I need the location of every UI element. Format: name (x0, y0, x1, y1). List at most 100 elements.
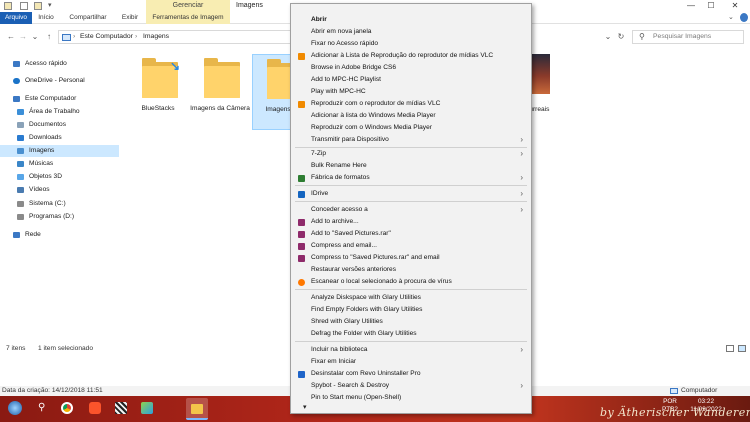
menu-item-spybot[interactable]: Spybot - Search & Destroy › (291, 380, 531, 392)
menu-item-glary-empty-folders[interactable]: Find Empty Folders with Glary Utilities (291, 304, 531, 316)
menu-item-vlc-reproduzir[interactable]: Reproduzir com o reprodutor de mídias VL… (291, 98, 531, 110)
address-bar[interactable]: › Este Computador › Imagens (58, 30, 292, 44)
taskbar-search-button[interactable]: ⚲ (32, 398, 54, 420)
menu-item-transmitir[interactable]: Transmitir para Dispositivo › (291, 134, 531, 146)
quick-access-dropdown-icon[interactable]: ▾ (48, 0, 52, 12)
nav-item-imagens[interactable]: Imagens (0, 145, 119, 157)
location-label: Computador (681, 387, 718, 394)
menu-item-adobe-bridge[interactable]: Browse in Adobe Bridge CS6 (291, 62, 531, 74)
bluestacks-icon (141, 402, 153, 414)
nav-item-este-computador[interactable]: Este Computador (0, 93, 119, 105)
drive-icon (17, 214, 24, 220)
taskbar-chrome[interactable] (56, 398, 78, 420)
expand-ribbon-icon[interactable]: ⌄ (728, 12, 734, 24)
pictures-icon (17, 148, 24, 154)
taskbar-file-explorer[interactable] (186, 398, 208, 420)
breadcrumb-imagens[interactable]: Imagens (143, 31, 169, 43)
large-icons-view-icon[interactable] (738, 345, 746, 352)
maximize-button[interactable]: ☐ (702, 0, 720, 12)
nav-item-downloads[interactable]: Downloads (0, 132, 119, 144)
close-button[interactable]: ✕ (726, 0, 744, 12)
nav-item-objetos-3d[interactable]: Objetos 3D (0, 171, 119, 183)
breadcrumb-este-computador[interactable]: Este Computador (80, 31, 133, 43)
navigation-pane: Acesso rápido OneDrive - Personal Este C… (0, 52, 122, 342)
minimize-button[interactable]: — (682, 0, 700, 12)
tab-inicio[interactable]: Início (34, 12, 58, 24)
search-input[interactable]: ⚲ Pesquisar Imagens (632, 30, 744, 44)
submenu-arrow-icon: › (520, 345, 523, 354)
menu-item-compress-rar-email[interactable]: Compress to "Saved Pictures.rar" and ema… (291, 252, 531, 264)
details-view-icon[interactable] (726, 345, 734, 352)
nav-item-onedrive[interactable]: OneDrive - Personal (0, 75, 119, 87)
nav-item-label: Vídeos (29, 186, 50, 193)
menu-item-compress-email[interactable]: Compress and email... (291, 240, 531, 252)
forward-button[interactable]: → (18, 31, 28, 43)
tab-exibir[interactable]: Exibir (116, 12, 144, 24)
menu-item-fixar-iniciar[interactable]: Fixar em Iniciar (291, 356, 531, 368)
menu-item-abrir-nova-janela[interactable]: Abrir em nova janela (291, 26, 531, 38)
computer-icon (13, 96, 20, 102)
menu-item-wmp-adicionar[interactable]: Adicionar à lista do Windows Media Playe… (291, 110, 531, 122)
nav-item-documentos[interactable]: Documentos (0, 119, 119, 131)
menu-item-glary-defrag[interactable]: Defrag the Folder with Glary Utilities (291, 328, 531, 340)
menu-item-idrive[interactable]: IDrive › (291, 188, 531, 200)
tab-arquivo[interactable]: Arquivo (0, 12, 32, 24)
start-button[interactable] (4, 398, 26, 420)
menu-item-restaurar-versoes[interactable]: Restaurar versões anteriores (291, 264, 531, 276)
taskbar-clapperboard[interactable] (110, 398, 132, 420)
tab-compartilhar[interactable]: Compartilhar (64, 12, 112, 24)
nav-item-programas-d[interactable]: Programas (D:) (0, 211, 119, 223)
menu-item-mpc-playlist[interactable]: Add to MPC-HC Playlist (291, 74, 531, 86)
menu-item-revo-uninstaller[interactable]: Desinstalar com Revo Uninstaller Pro (291, 368, 531, 380)
properties-icon[interactable] (20, 2, 28, 10)
folder-tile-imagens-da-camera[interactable]: Imagens da Câmera (190, 54, 250, 130)
submenu-arrow-icon: › (520, 149, 523, 158)
up-button[interactable]: ↑ (44, 31, 54, 43)
menu-item-vlc-adicionar-lista[interactable]: Adicionar à Lista de Reprodução do repro… (291, 50, 531, 62)
taskbar-brave[interactable] (84, 398, 106, 420)
nav-item-label: Imagens (29, 147, 55, 154)
start-icon (8, 401, 22, 415)
back-button[interactable]: ← (6, 31, 16, 43)
menu-item-escanear-virus[interactable]: Escanear o local selecionado à procura d… (291, 276, 531, 288)
menu-item-add-to-archive[interactable]: Add to archive... (291, 216, 531, 228)
network-icon (13, 232, 20, 238)
idrive-icon (298, 191, 305, 198)
menu-item-add-to-rar[interactable]: Add to "Saved Pictures.rar" (291, 228, 531, 240)
menu-item-mpc-play[interactable]: Play with MPC-HC (291, 86, 531, 98)
new-folder-icon[interactable] (34, 2, 42, 10)
nav-item-label: Músicas (29, 160, 54, 167)
menu-item-7zip[interactable]: 7-Zip › (291, 148, 531, 160)
nav-item-sistema-c[interactable]: Sistema (C:) (0, 198, 119, 210)
menu-item-glary-shred[interactable]: Shred with Glary Utilities (291, 316, 531, 328)
menu-item-glary-analyze[interactable]: Analyze Diskspace with Glary Utilities (291, 292, 531, 304)
menu-item-abrir[interactable]: Abrir (291, 14, 531, 26)
menu-item-incluir-biblioteca[interactable]: Incluir na biblioteca › (291, 344, 531, 356)
language-code: POR (663, 398, 677, 405)
nav-item-label: Acesso rápido (25, 60, 67, 67)
help-icon[interactable] (740, 13, 748, 22)
address-dropdown-icon[interactable]: ⌄ (603, 31, 613, 43)
folder-label: BlueStacks (141, 105, 175, 112)
menu-item-wmp-reproduzir[interactable]: Reproduzir com o Windows Media Player (291, 122, 531, 134)
menu-item-fabrica-formatos[interactable]: Fábrica de formatos › (291, 172, 531, 184)
taskbar-bluestacks[interactable] (136, 398, 158, 420)
nav-item-acesso-rapido[interactable]: Acesso rápido (0, 58, 119, 70)
nav-item-videos[interactable]: Vídeos (0, 184, 119, 196)
menu-item-conceder-acesso[interactable]: Conceder acesso a › (291, 204, 531, 216)
format-factory-icon (298, 175, 305, 182)
menu-separator (295, 289, 527, 290)
computer-icon (62, 34, 71, 41)
menu-item-pin-start-openshell[interactable]: Pin to Start menu (Open-Shell) (291, 392, 531, 404)
nav-item-musicas[interactable]: Músicas (0, 158, 119, 170)
menu-item-bulk-rename[interactable]: Bulk Rename Here (291, 160, 531, 172)
quick-access-folder-icon[interactable] (4, 2, 12, 10)
nav-item-rede[interactable]: Rede (0, 229, 119, 241)
tab-ferramentas-de-imagem[interactable]: Ferramentas de Imagem (146, 12, 230, 24)
menu-scroll-down-icon[interactable]: ▾ (303, 403, 307, 411)
refresh-button[interactable]: ↻ (616, 31, 626, 43)
recent-locations-icon[interactable]: ⌄ (30, 31, 40, 43)
menu-item-fixar-acesso-rapido[interactable]: Fixar no Acesso rápido (291, 38, 531, 50)
nav-item-area-de-trabalho[interactable]: Área de Trabalho (0, 106, 119, 118)
folder-tile-bluestacks[interactable]: ↘ BlueStacks (128, 54, 188, 130)
